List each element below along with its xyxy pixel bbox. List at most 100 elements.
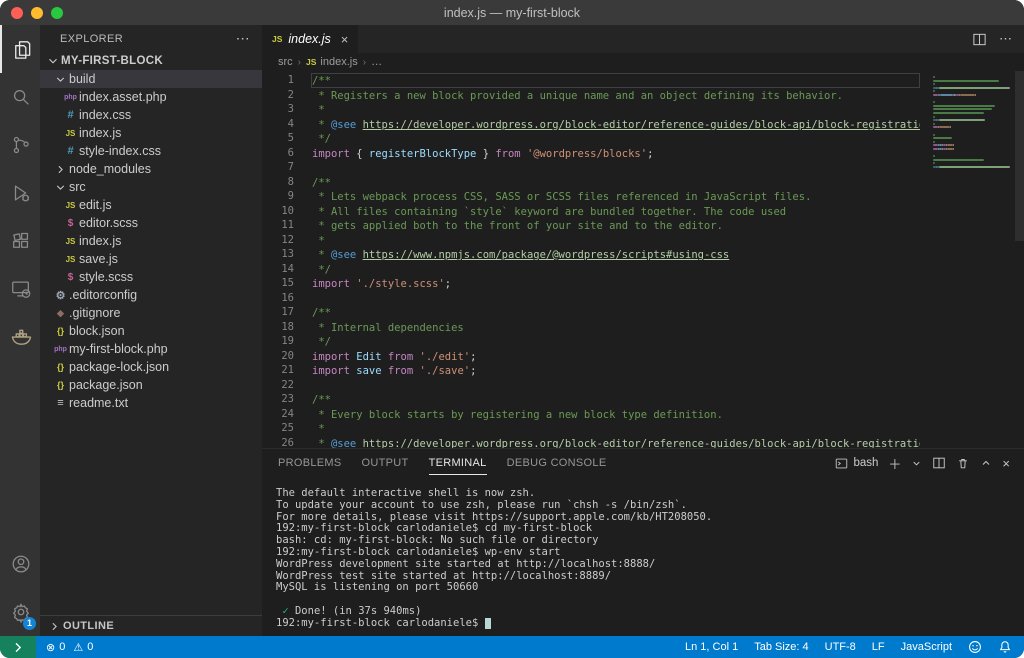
js-file-icon: JS — [62, 129, 79, 138]
tree-item[interactable]: $style.scss — [40, 268, 262, 286]
editor-scrollbar[interactable] — [1015, 71, 1024, 241]
tree-item[interactable]: {}block.json — [40, 322, 262, 340]
tree-item[interactable]: phpmy-first-block.php — [40, 340, 262, 358]
tree-item[interactable]: ◆.gitignore — [40, 304, 262, 322]
tree-item[interactable]: node_modules — [40, 160, 262, 178]
minimap-line — [953, 148, 954, 150]
close-window-button[interactable] — [11, 7, 23, 19]
split-editor-icon[interactable] — [972, 32, 987, 47]
minimap-line — [960, 94, 975, 96]
json-file-icon: {} — [52, 326, 69, 336]
cursor-position[interactable]: Ln 1, Col 1 — [685, 641, 738, 653]
minimap-line — [939, 87, 1010, 89]
shell-selector[interactable]: bash — [835, 457, 878, 470]
zoom-window-button[interactable] — [51, 7, 63, 19]
terminal-output[interactable]: The default interactive shell is now zsh… — [262, 477, 1024, 636]
tab-size[interactable]: Tab Size: 4 — [754, 641, 808, 653]
line-number: 5 — [262, 131, 311, 146]
outline-section-header[interactable]: OUTLINE — [40, 615, 262, 636]
split-terminal-icon[interactable] — [932, 456, 946, 470]
titlebar: index.js — my-first-block — [0, 0, 1024, 25]
activity-bar: 1 — [0, 25, 40, 636]
tree-item[interactable]: JSsave.js — [40, 250, 262, 268]
tree-item[interactable]: {}package-lock.json — [40, 358, 262, 376]
code-line: 19 */ — [262, 334, 920, 349]
breadcrumb-separator: › — [298, 57, 301, 68]
tree-item[interactable]: ⚙.editorconfig — [40, 286, 262, 304]
breadcrumb-item[interactable]: … — [371, 56, 382, 68]
editor-more-actions-icon[interactable]: ⋯ — [999, 31, 1012, 47]
encoding[interactable]: UTF-8 — [825, 641, 856, 653]
minimize-window-button[interactable] — [31, 7, 43, 19]
kill-terminal-icon[interactable] — [956, 456, 970, 470]
run-debug-icon[interactable] — [0, 169, 40, 217]
chevron-right-icon — [46, 620, 63, 633]
tree-item[interactable]: #style-index.css — [40, 142, 262, 160]
minimap-line — [953, 144, 954, 146]
code-line: 1/** — [262, 73, 920, 88]
minimap-line — [933, 162, 935, 164]
code-line: 13 * @see https://www.npmjs.com/package/… — [262, 247, 920, 262]
tree-item-label: readme.txt — [69, 396, 128, 410]
remote-explorer-icon[interactable] — [0, 265, 40, 313]
code-line: 22 — [262, 378, 920, 393]
panel-actions: bash ＋ — [835, 454, 1024, 473]
line-number: 19 — [262, 334, 311, 349]
minimap-line — [933, 123, 935, 125]
panel-tab-problems[interactable]: PROBLEMS — [278, 451, 342, 475]
settings-icon[interactable]: 1 — [0, 588, 40, 636]
line-number: 8 — [262, 175, 311, 190]
problems-status[interactable]: ⊗ 0 ⚠ 0 — [36, 641, 93, 654]
line-number: 3 — [262, 102, 311, 117]
tree-item[interactable]: {}package.json — [40, 376, 262, 394]
breadcrumb-item[interactable]: src — [278, 56, 293, 68]
minimap-line — [933, 126, 938, 128]
tree-item[interactable]: JSedit.js — [40, 196, 262, 214]
warning-icon: ⚠ — [73, 641, 83, 654]
close-panel-icon[interactable]: × — [1002, 456, 1010, 471]
source-control-icon[interactable] — [0, 121, 40, 169]
panel-tab-debug-console[interactable]: DEBUG CONSOLE — [507, 451, 607, 475]
tree-item[interactable]: src — [40, 178, 262, 196]
maximize-panel-icon[interactable] — [980, 457, 992, 469]
explorer-more-actions-icon[interactable]: ⋯ — [236, 30, 250, 47]
account-icon[interactable] — [0, 540, 40, 588]
tree-item-label: index.js — [79, 234, 121, 248]
explorer-icon[interactable] — [0, 25, 40, 73]
line-number: 16 — [262, 291, 311, 306]
code-editor[interactable]: 1/**2 * Registers a new block provided a… — [262, 71, 1024, 448]
minimap-line — [939, 119, 984, 121]
tree-item[interactable]: phpindex.asset.php — [40, 88, 262, 106]
search-icon[interactable] — [0, 73, 40, 121]
tree-root-folder[interactable]: MY-FIRST-BLOCK — [40, 52, 262, 70]
feedback-smiley-icon[interactable] — [968, 640, 982, 654]
tree-item[interactable]: $editor.scss — [40, 214, 262, 232]
notifications-bell-icon[interactable] — [998, 640, 1012, 654]
php-file-icon: php — [62, 94, 79, 101]
new-terminal-icon[interactable]: ＋ — [888, 454, 901, 473]
tab-index-js[interactable]: JS index.js × — [262, 25, 358, 53]
minimap-line — [933, 90, 935, 92]
minimap[interactable] — [928, 71, 1024, 448]
language-mode[interactable]: JavaScript — [901, 641, 952, 653]
tree-item[interactable]: #index.css — [40, 106, 262, 124]
tree-item[interactable]: JSindex.js — [40, 124, 262, 142]
json-file-icon: {} — [52, 362, 69, 372]
tree-item-label: index.css — [79, 108, 131, 122]
code-line: 3 * — [262, 102, 920, 117]
eol[interactable]: LF — [872, 641, 885, 653]
panel-tab-terminal[interactable]: TERMINAL — [429, 451, 487, 475]
chevron-down-icon — [52, 73, 69, 86]
line-number: 13 — [262, 247, 311, 262]
tree-item[interactable]: JSindex.js — [40, 232, 262, 250]
remote-indicator[interactable] — [0, 636, 36, 658]
tree-item[interactable]: build — [40, 70, 262, 88]
extensions-icon[interactable] — [0, 217, 40, 265]
docker-icon[interactable] — [0, 313, 40, 361]
tab-close-icon[interactable]: × — [341, 32, 349, 47]
breadcrumb-item[interactable]: JSindex.js — [306, 56, 358, 68]
js-file-icon: JS — [306, 57, 316, 67]
panel-tab-output[interactable]: OUTPUT — [362, 451, 409, 475]
launch-profile-chevron-icon[interactable] — [911, 458, 922, 469]
tree-item[interactable]: ≡readme.txt — [40, 394, 262, 412]
